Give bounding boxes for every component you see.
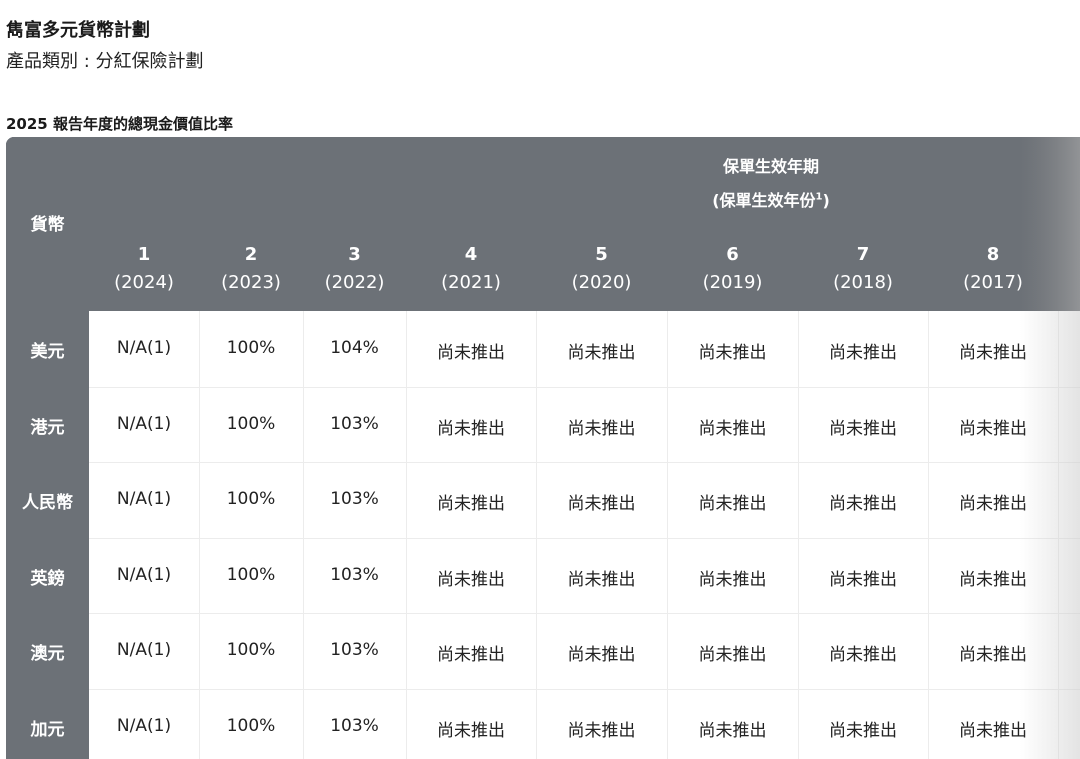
policy-year-number: 7: [856, 244, 870, 265]
ratio-cell: N/A(1): [116, 489, 172, 509]
policy-effective-year: (2023): [221, 272, 281, 293]
policy-year-number: 2: [244, 244, 258, 265]
currency-label: 人民幣: [22, 493, 73, 513]
ratio-cell: 尚未推出: [959, 570, 1027, 590]
policy-effective-year: (2022): [324, 272, 385, 293]
ratio-cell: 100%: [226, 489, 276, 509]
ratio-cell: 尚未推出: [567, 721, 636, 741]
currency-column-header: 貨幣: [30, 215, 65, 235]
ratio-cell: 100%: [226, 565, 276, 585]
ratio-cell: 尚未推出: [959, 494, 1027, 514]
column-header-year-1: 1 (2024): [89, 241, 199, 297]
grid-divider: [89, 462, 1080, 463]
ratio-cell: 尚未推出: [567, 570, 636, 590]
policy-year-number: 6: [726, 244, 739, 265]
plan-category: 產品類別 : 分紅保險計劃: [6, 51, 204, 72]
currency-label: 加元: [30, 720, 65, 740]
grid-divider: [89, 613, 1080, 614]
grid-divider: [89, 387, 1080, 388]
ratio-cell: N/A(1): [116, 338, 172, 358]
ratio-cell: 尚未推出: [567, 419, 636, 439]
ratio-cell: 尚未推出: [698, 419, 767, 439]
policy-year-number: 5: [595, 244, 608, 265]
column-header-year-7: 7 (2018): [798, 241, 928, 297]
policy-effective-year: (2024): [114, 272, 174, 293]
ratio-cell: 尚未推出: [959, 419, 1027, 439]
ratio-cell: 尚未推出: [437, 494, 505, 514]
currency-label: 港元: [30, 418, 65, 438]
ratio-cell: 104%: [330, 338, 379, 358]
ratio-cell: 尚未推出: [698, 343, 767, 363]
policy-effective-year: (2018): [833, 272, 893, 293]
ratio-cell: 尚未推出: [698, 721, 767, 741]
ratio-cell: 尚未推出: [829, 494, 897, 514]
ratio-cell: 100%: [226, 338, 276, 358]
ratio-cell: 尚未推出: [437, 343, 505, 363]
ratio-cell: 103%: [330, 716, 379, 736]
grid-divider: [303, 311, 304, 759]
policy-effective-year: (2017): [963, 272, 1023, 293]
currency-label: 澳元: [30, 644, 65, 664]
ratio-cell: 103%: [330, 640, 379, 660]
grid-divider: [928, 311, 929, 759]
policy-year-number: 4: [464, 244, 478, 265]
grid-divider: [798, 311, 799, 759]
cash-value-ratio-table: 貨幣 保單生效年期 (保單生效年份1) 1 (2024) 2 (2023) 3 (2022…: [6, 137, 1080, 759]
table-body: [89, 311, 1080, 759]
ratio-cell: 100%: [226, 414, 276, 434]
grid-divider: [536, 311, 537, 759]
ratio-cell: 103%: [330, 565, 379, 585]
ratio-cell: N/A(1): [116, 414, 172, 434]
column-header-year-2: 2 (2023): [199, 241, 303, 297]
ratio-cell: 尚未推出: [829, 419, 897, 439]
ratio-cell: 尚未推出: [437, 645, 505, 665]
ratio-cell: 尚未推出: [959, 645, 1027, 665]
ratio-cell: 尚未推出: [829, 343, 897, 363]
grid-divider: [667, 311, 668, 759]
ratio-cell: 尚未推出: [698, 645, 767, 665]
ratio-cell: 103%: [330, 489, 379, 509]
column-header-year-8: 8 (2017): [928, 241, 1058, 297]
currency-label: 美元: [30, 342, 65, 362]
table-title: 2025 報告年度的總現金價值比率: [6, 115, 233, 133]
ratio-cell: 尚未推出: [567, 645, 636, 665]
ratio-cell: 尚未推出: [959, 343, 1027, 363]
ratio-cell: 100%: [226, 716, 276, 736]
grid-divider: [89, 689, 1080, 690]
ratio-cell: 尚未推出: [698, 570, 767, 590]
policy-effective-year: (2021): [441, 272, 501, 293]
policy-effective-year: (2019): [702, 272, 763, 293]
grid-divider: [199, 311, 200, 759]
ratio-cell: 尚未推出: [437, 721, 505, 741]
grid-divider: [1058, 311, 1059, 759]
policy-effective-year: (2020): [571, 272, 632, 293]
ratio-cell: 尚未推出: [829, 721, 897, 741]
ratio-cell: 尚未推出: [567, 494, 636, 514]
ratio-cell: N/A(1): [116, 716, 172, 736]
column-header-year-4: 4 (2021): [406, 241, 536, 297]
column-header-year-3: 3 (2022): [303, 241, 406, 297]
grid-divider: [406, 311, 407, 759]
column-header-year-6: 6 (2019): [667, 241, 798, 297]
grid-divider: [89, 538, 1080, 539]
policy-year-group-header: 保單生效年期: [722, 157, 819, 176]
policy-year-number: 8: [986, 244, 1000, 265]
plan-name: 雋富多元貨幣計劃: [6, 20, 150, 41]
currency-label: 英鎊: [30, 569, 65, 589]
column-header-year-5: 5 (2020): [536, 241, 667, 297]
ratio-cell: 尚未推出: [437, 570, 505, 590]
ratio-cell: 尚未推出: [567, 343, 636, 363]
ratio-cell: 尚未推出: [829, 570, 897, 590]
ratio-cell: 103%: [330, 414, 379, 434]
policy-year-number: 3: [348, 244, 361, 265]
ratio-cell: N/A(1): [116, 565, 172, 585]
ratio-cell: 尚未推出: [437, 419, 505, 439]
ratio-cell: 尚未推出: [829, 645, 897, 665]
policy-year-number: 1: [137, 244, 151, 265]
ratio-cell: N/A(1): [116, 640, 172, 660]
ratio-cell: 尚未推出: [698, 494, 767, 514]
ratio-cell: 100%: [226, 640, 276, 660]
ratio-cell: 尚未推出: [959, 721, 1027, 741]
policy-effective-year-subheader: (保單生效年份1): [712, 191, 830, 210]
